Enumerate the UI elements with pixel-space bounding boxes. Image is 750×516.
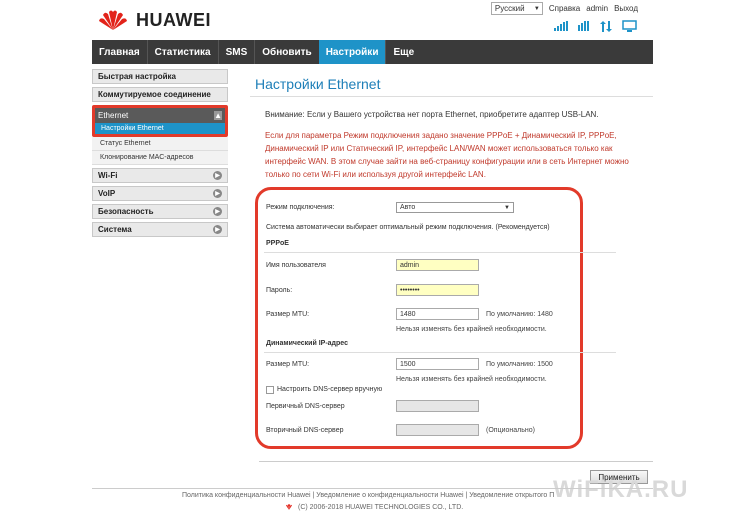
section-divider — [264, 352, 616, 353]
pppoe-mtu-label: Размер MTU: — [266, 311, 310, 318]
sidebar-item-quick-setup[interactable]: Быстрая настройка — [92, 69, 228, 84]
huawei-flower-icon — [99, 10, 127, 30]
divider — [250, 96, 653, 97]
header-controls: Русский ▼ Справка admin Выход — [490, 2, 638, 15]
sidebar-item-label: VoIP — [98, 189, 116, 198]
sidebar-item-security[interactable]: Безопасность ▶ — [92, 204, 228, 219]
watermark: WiFiKA.RU — [553, 476, 689, 503]
dhcp-mtu-input[interactable]: 1500 — [396, 358, 479, 370]
dhcp-mtu-default: По умолчанию: 1500 — [486, 361, 553, 368]
username-input[interactable]: admin — [396, 259, 479, 271]
network-4g-icon — [578, 21, 589, 31]
primary-dns-input[interactable] — [396, 400, 479, 412]
main-nav: Главная Статистика SMS Обновить Настройк… — [92, 40, 653, 64]
sidebar-item-label: Быстрая настройка — [98, 72, 176, 81]
settings-sidebar: Быстрая настройка Коммутируемое соединен… — [92, 69, 228, 240]
logout-link[interactable]: Выход — [614, 4, 638, 13]
pppoe-mtu-note: Нельзя изменять без крайней необходимост… — [396, 326, 547, 333]
chevron-right-icon: ▶ — [213, 207, 222, 216]
page-title: Настройки Ethernet — [255, 76, 381, 92]
sidebar-item-label: Ethernet — [98, 111, 129, 120]
nav-more[interactable]: Еще — [386, 40, 421, 64]
dhcp-heading: Динамический IP-адрес — [266, 340, 348, 347]
signal-strength-icon — [554, 21, 568, 31]
status-icons — [554, 20, 637, 32]
sidebar-item-label: Коммутируемое соединение — [98, 90, 211, 99]
connection-mode-value: Авто — [400, 204, 416, 211]
dhcp-mtu-label: Размер MTU: — [266, 361, 310, 368]
password-label: Пароль: — [266, 287, 293, 294]
dhcp-mtu-note: Нельзя изменять без крайней необходимост… — [396, 376, 547, 383]
dns-manual-checkbox[interactable] — [266, 386, 274, 394]
footer-links[interactable]: Политика конфиденциальности Huawei | Уве… — [182, 492, 554, 499]
auto-mode-note: Система автоматически выбирает оптимальн… — [266, 224, 550, 231]
sidebar-item-label: Wi-Fi — [98, 171, 118, 180]
sidebar-ethernet-more: Статус Ethernet Клонирование МАС-адресов — [92, 137, 228, 165]
sidebar-item-wifi[interactable]: Wi-Fi ▶ — [92, 168, 228, 183]
nav-settings[interactable]: Настройки — [318, 40, 386, 64]
chevron-right-icon: ▶ — [213, 189, 222, 198]
pppoe-mtu-input[interactable]: 1480 — [396, 308, 479, 320]
optional-note: (Опционально) — [486, 427, 535, 434]
huawei-logo: HUAWEI — [96, 8, 211, 32]
huawei-flower-icon — [286, 504, 292, 510]
section-divider — [264, 252, 616, 253]
sidebar-subitem-ethernet-status[interactable]: Статус Ethernet — [92, 137, 228, 151]
chevron-up-icon: ▲ — [214, 111, 222, 120]
chevron-down-icon: ▼ — [504, 204, 510, 211]
user-link[interactable]: admin — [586, 4, 608, 13]
chevron-right-icon: ▶ — [213, 225, 222, 234]
wan-warning: Если для параметра Режим подключения зад… — [265, 131, 629, 179]
sidebar-item-voip[interactable]: VoIP ▶ — [92, 186, 228, 201]
nav-sms[interactable]: SMS — [219, 40, 255, 64]
secondary-dns-input[interactable] — [396, 424, 479, 436]
divider — [259, 461, 653, 462]
pppoe-heading: PPPoE — [266, 240, 289, 247]
pppoe-mtu-default: По умолчанию: 1480 — [486, 311, 553, 318]
footer-divider — [92, 488, 653, 489]
copyright-text: (C) 2006-2018 HUAWEI TECHNOLOGIES CO., L… — [298, 503, 464, 511]
pc-connection-icon — [622, 20, 637, 32]
dns-manual-label: Настроить DNS-сервер вручную — [277, 386, 383, 393]
primary-dns-label: Первичный DNS-сервер — [266, 403, 345, 410]
data-transfer-icon — [600, 20, 612, 32]
sidebar-item-label: Безопасность — [98, 207, 154, 216]
footer-copyright: (C) 2006-2018 HUAWEI TECHNOLOGIES CO., L… — [284, 503, 463, 511]
brand-name: HUAWEI — [136, 9, 211, 30]
nav-home[interactable]: Главная — [92, 40, 147, 64]
help-link[interactable]: Справка — [549, 4, 580, 13]
sidebar-subitem-mac-clone[interactable]: Клонирование МАС-адресов — [92, 151, 228, 165]
password-input[interactable]: •••••••• — [396, 284, 479, 296]
chevron-down-icon: ▼ — [533, 5, 540, 12]
mode-label: Режим подключения: — [266, 204, 335, 211]
language-select[interactable]: Русский ▼ — [490, 2, 543, 15]
nav-update[interactable]: Обновить — [255, 40, 318, 64]
sidebar-item-system[interactable]: Система ▶ — [92, 222, 228, 237]
secondary-dns-label: Вторичный DNS-сервер — [266, 427, 344, 434]
sidebar-item-dialup[interactable]: Коммутируемое соединение — [92, 87, 228, 102]
sidebar-item-label: Система — [98, 225, 132, 234]
router-admin-page: HUAWEI Русский ▼ Справка admin Выход Гла… — [0, 0, 750, 516]
chevron-right-icon: ▶ — [213, 171, 222, 180]
usb-lan-notice: Внимание: Если у Вашего устройства нет п… — [265, 110, 599, 119]
language-value: Русский — [494, 4, 525, 13]
connection-mode-select[interactable]: Авто ▼ — [396, 202, 514, 213]
nav-statistics[interactable]: Статистика — [148, 40, 218, 64]
sidebar-group-ethernet: Ethernet ▲ Настройки Ethernet — [92, 105, 228, 137]
sidebar-subitem-ethernet-settings[interactable]: Настройки Ethernet — [95, 123, 225, 134]
username-label: Имя пользователя — [266, 262, 326, 269]
sidebar-item-ethernet[interactable]: Ethernet ▲ — [95, 108, 225, 123]
